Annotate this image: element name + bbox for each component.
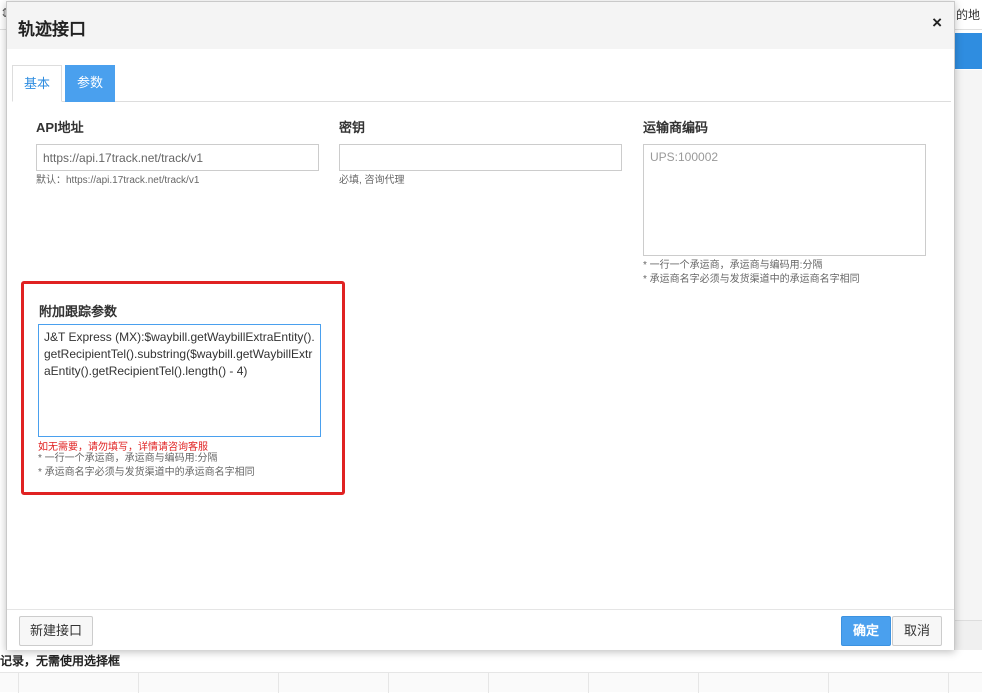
track-interface-dialog: 轨迹接口 × 基本 参数 API地址 默认：https://api.17trac…: [6, 1, 955, 650]
background-note: 记录，无需使用选择框: [0, 654, 121, 668]
extra-params-help-line: * 承运商名字必须与发货渠道中的承运商名字相同: [38, 467, 255, 478]
carrier-code-help-line: * 一行一个承运商，承运商与编码用:分隔: [643, 260, 823, 271]
extra-params-help: * 一行一个承运商，承运商与编码用:分隔 * 承运商名字必须与发货渠道中的承运商…: [38, 452, 255, 480]
extra-params-highlight: 附加跟踪参数 J&T Express (MX):$waybill.getWayb…: [21, 281, 345, 495]
background-footer-strip: [955, 620, 982, 650]
cancel-button[interactable]: 取消: [892, 616, 942, 646]
dialog-footer: 新建接口 确定 取消: [7, 609, 954, 650]
api-url-help: 默认：https://api.17track.net/track/v1: [36, 175, 200, 186]
background-table-row: [0, 672, 982, 693]
dialog-title: 轨迹接口: [18, 20, 86, 39]
secret-key-input[interactable]: [339, 144, 622, 171]
carrier-code-label: 运输商编码: [643, 120, 709, 135]
background-selected-row[interactable]: 美国: [955, 33, 982, 110]
api-url-group: API地址 默认：https://api.17track.net/track/v…: [36, 117, 319, 188]
confirm-button[interactable]: 确定: [841, 616, 891, 646]
carrier-code-textarea[interactable]: [643, 144, 926, 256]
dialog-header: 轨迹接口 ×: [7, 2, 954, 49]
secret-key-label: 密钥: [339, 120, 366, 135]
tab-basic[interactable]: 基本: [12, 65, 62, 102]
secret-key-help: 必填, 咨询代理: [339, 175, 405, 186]
extra-params-textarea[interactable]: J&T Express (MX):$waybill.getWaybillExtr…: [38, 324, 321, 437]
tab-bar: 基本 参数: [12, 65, 951, 102]
new-interface-button[interactable]: 新建接口: [19, 616, 93, 646]
carrier-code-help: * 一行一个承运商，承运商与编码用:分隔 * 承运商名字必须与发货渠道中的承运商…: [643, 259, 926, 287]
extra-params-label: 附加跟踪参数: [39, 304, 118, 319]
secret-key-group: 密钥 必填, 咨询代理: [339, 117, 622, 188]
tab-params[interactable]: 参数: [65, 65, 115, 102]
api-url-input[interactable]: [36, 144, 319, 171]
background-panel: [955, 70, 982, 620]
extra-params-warning: 如无需要，请勿填写，详情请咨询客服: [38, 442, 208, 453]
carrier-code-help-line: * 承运商名字必须与发货渠道中的承运商名字相同: [643, 274, 860, 285]
extra-params-help-line: * 一行一个承运商，承运商与编码用:分隔: [38, 453, 218, 464]
api-url-label: API地址: [36, 120, 84, 135]
carrier-code-group: 运输商编码 * 一行一个承运商，承运商与编码用:分隔 * 承运商名字必须与发货渠…: [643, 117, 926, 287]
close-icon[interactable]: ×: [932, 14, 942, 31]
